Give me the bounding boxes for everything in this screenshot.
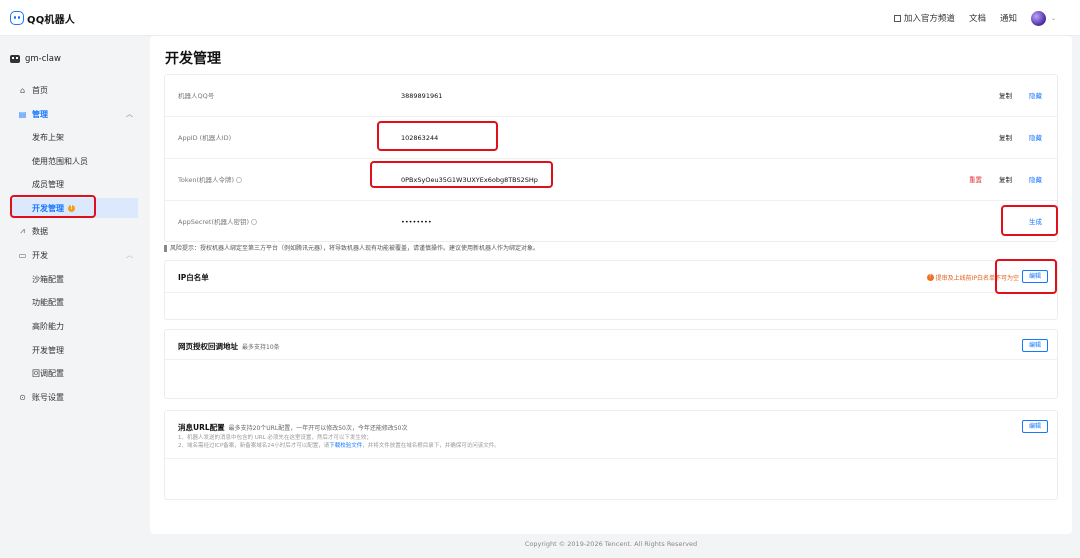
appsecret-label: AppSecret(机器人密钥) [178, 201, 258, 243]
docs-link[interactable]: 文档 [969, 12, 986, 24]
appid-value: 102863244 [401, 134, 439, 142]
sidebar-item-label: 开发管理 [32, 345, 64, 355]
copy-button[interactable]: 复制 [999, 75, 1012, 117]
message-url-subtitle: 最多支持20个URL配置，一年开可以修改50次，今年还能修改50次 [228, 425, 408, 432]
message-url-title: 消息URL配置 最多支持20个URL配置，一年开可以修改50次，今年还能修改50次 [178, 423, 408, 432]
sidebar-item-label: 功能配置 [32, 297, 64, 307]
chevron-up-icon: ︿ [126, 110, 133, 118]
warning-icon: ! [926, 274, 934, 281]
web-auth-callback-card: 网页授权回调地址 最多支持10条 编辑 [164, 329, 1058, 399]
join-channel-label: 加入官方频道 [903, 14, 955, 24]
join-channel-link[interactable]: 加入官方频道 [893, 12, 955, 24]
top-bar: QQ机器人 加入官方频道 文档 通知 ⌄ [0, 0, 1080, 36]
edit-web-auth-button[interactable]: 编辑 [1022, 339, 1048, 352]
top-nav: 加入官方频道 文档 通知 ⌄ [893, 0, 1056, 36]
row-qq-number: 机器人QQ号 3889891961 复制 隐藏 [165, 75, 1057, 117]
sidebar-item-label: 开发管理! [32, 203, 75, 214]
sidebar-item-scope-users[interactable]: 使用范围和人员 [0, 151, 150, 171]
footer-copyright: Copyright © 2019-2026 Tencent. All Right… [524, 540, 698, 548]
web-auth-subtitle: 最多支持10条 [242, 344, 280, 351]
download-verify-file-link[interactable]: 下载校验文件 [329, 443, 362, 449]
sidebar-item-label: 回调配置 [32, 368, 64, 378]
sidebar-item-publish[interactable]: 发布上架 [0, 127, 150, 147]
sidebar-item-label: 发布上架 [32, 132, 64, 142]
reset-button[interactable]: 重置 [969, 159, 982, 201]
edit-message-url-button[interactable]: 编辑 [1022, 420, 1048, 433]
message-url-note-1: 1、机器人发送的消息中包含的 URL 必须先在这里设置，然后才可以下发生效； [178, 435, 372, 441]
chevron-down-icon: ⌄ [1050, 14, 1056, 22]
sidebar-item-members[interactable]: 成员管理 [0, 174, 150, 194]
sidebar-item-label: 沙箱配置 [32, 274, 64, 284]
message-url-note-2: 2、域名需经过ICP备案，新备案域名24小时后才可以配置，请下载校验文件，并将文… [178, 443, 500, 449]
edit-ip-whitelist-button[interactable]: 编辑 [1022, 270, 1048, 283]
page-title: 开发管理 [165, 51, 221, 67]
bot-icon [10, 55, 20, 63]
help-icon [251, 219, 258, 225]
sidebar-item-label: 开发 [32, 250, 48, 260]
logo[interactable]: QQ机器人 [10, 10, 75, 26]
sidebar-item-features[interactable]: 功能配置 [0, 292, 150, 312]
notifications-link[interactable]: 通知 [1000, 12, 1017, 24]
chart-icon: ⩘ [20, 226, 25, 235]
channel-icon [893, 14, 901, 22]
avatar [1030, 10, 1046, 26]
home-icon: ⌂ [19, 85, 26, 95]
sidebar-item-label: 使用范围和人员 [32, 156, 88, 166]
sidebar-item-account[interactable]: ⊙ 账号设置 [0, 387, 150, 407]
bot-selector[interactable]: gm-claw [10, 54, 61, 64]
sidebar-item-label: 账号设置 [32, 392, 64, 402]
ip-whitelist-warning: ! 提审及上线前IP白名单不可为空 [926, 273, 1019, 282]
risk-notice: 风险提示：授权机器人绑定至第三方平台（例如腾讯元器），将导致机器人现有功能被覆盖… [164, 243, 539, 252]
sidebar-item-dev-manage-2[interactable]: 开发管理 [0, 340, 150, 360]
sidebar-item-sandbox[interactable]: 沙箱配置 [0, 269, 150, 289]
document-icon: ▤ [18, 109, 27, 119]
logo-text: QQ机器人 [27, 14, 76, 26]
settings-icon: ⊙ [19, 392, 26, 402]
qq-number-value: 3889891961 [401, 92, 443, 100]
sidebar-item-home[interactable]: ⌂ 首页 [0, 80, 150, 100]
sidebar-item-develop[interactable]: ▭ 开发 ︿ [0, 245, 150, 265]
qq-number-label: 机器人QQ号 [178, 92, 215, 100]
chevron-up-icon: ︿ [126, 251, 133, 259]
sidebar-item-advanced[interactable]: 高阶能力 [0, 316, 150, 336]
sidebar-item-label: 高阶能力 [32, 321, 64, 331]
message-url-card: 消息URL配置 最多支持20个URL配置，一年开可以修改50次，今年还能修改50次… [164, 410, 1058, 500]
sidebar-item-manage[interactable]: ▤ 管理 ︿ [0, 104, 150, 124]
hide-button[interactable]: 隐藏 [1029, 75, 1042, 117]
sidebar: gm-claw ⌂ 首页 ▤ 管理 ︿ 发布上架 使用范围和人员 成员管理 开发… [0, 36, 150, 558]
sidebar-item-label: 成员管理 [32, 179, 64, 189]
bot-name: gm-claw [25, 54, 61, 64]
sidebar-item-data[interactable]: ⩘ 数据 [0, 221, 150, 241]
sidebar-item-label: 首页 [32, 85, 48, 95]
user-menu[interactable]: ⌄ [1030, 10, 1056, 26]
qq-bot-logo-icon [10, 11, 24, 25]
help-icon [236, 177, 243, 183]
appid-label: AppID (机器人ID) [178, 134, 232, 142]
token-label: Token(机器人令牌) [178, 159, 243, 201]
ip-whitelist-card: IP白名单 ! 提审及上线前IP白名单不可为空 编辑 [164, 260, 1058, 320]
row-appid: AppID (机器人ID) 102863244 复制 隐藏 [165, 117, 1057, 159]
appsecret-value: •••••••• [401, 218, 432, 226]
sidebar-item-dev-manage[interactable]: 开发管理! [10, 198, 138, 218]
token-value: 0PBxSyOeu35G1W3UXYEx6obg8TBS2SHp [401, 176, 538, 184]
hide-button[interactable]: 隐藏 [1029, 159, 1042, 201]
sidebar-item-callback[interactable]: 回调配置 [0, 363, 150, 383]
monitor-icon: ▭ [18, 250, 27, 260]
sidebar-item-label: 数据 [32, 226, 48, 236]
row-appsecret: AppSecret(机器人密钥) •••••••• 生成 [165, 201, 1057, 243]
warning-icon: ! [68, 204, 75, 212]
generate-button[interactable]: 生成 [1029, 201, 1042, 243]
row-token: Token(机器人令牌) 0PBxSyOeu35G1W3UXYEx6obg8TB… [165, 159, 1057, 201]
credentials-card: 机器人QQ号 3889891961 复制 隐藏 AppID (机器人ID) 10… [164, 74, 1058, 242]
ip-whitelist-title: IP白名单 [178, 273, 209, 282]
notice-icon [164, 245, 167, 252]
hide-button[interactable]: 隐藏 [1029, 117, 1042, 159]
sidebar-item-label: 管理 [32, 109, 48, 119]
copy-button[interactable]: 复制 [999, 117, 1012, 159]
main-panel: 开发管理 机器人QQ号 3889891961 复制 隐藏 AppID (机器人I… [150, 36, 1072, 534]
web-auth-title: 网页授权回调地址 最多支持10条 [178, 342, 280, 351]
copy-button[interactable]: 复制 [999, 159, 1012, 201]
